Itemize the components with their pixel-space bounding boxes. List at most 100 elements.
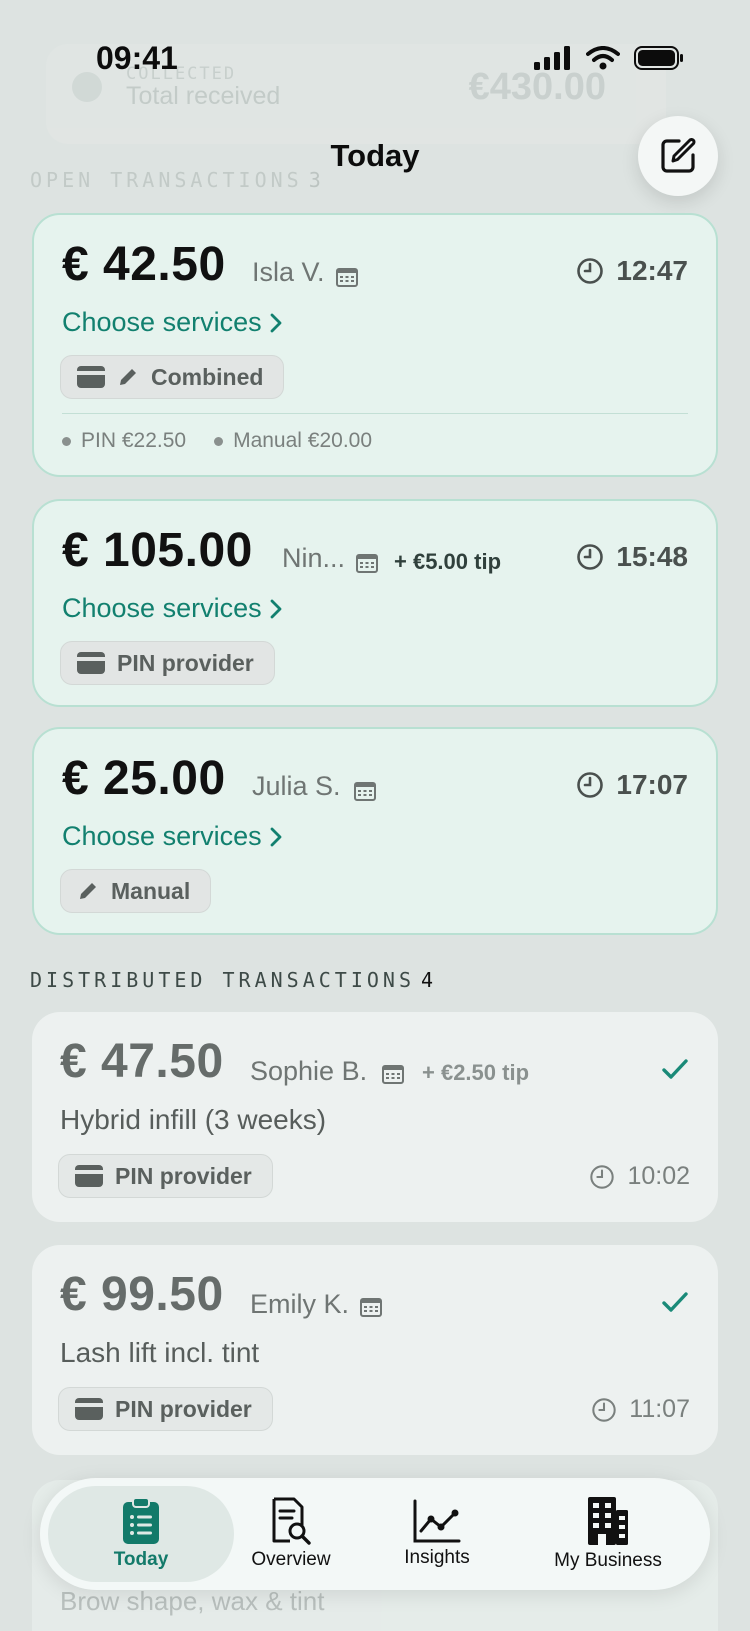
document-search-icon — [272, 1497, 311, 1545]
open-transaction-card[interactable]: € 42.50 Isla V. 12:47 Choose services Co… — [32, 213, 718, 477]
payment-method-badge: PIN provider — [58, 1154, 273, 1198]
payment-method-label: Manual — [111, 877, 191, 904]
clock-icon — [590, 1164, 615, 1189]
transaction-amount: € 42.50 — [62, 238, 226, 291]
status-bar: 09:41 — [0, 0, 750, 110]
payment-method-label: PIN provider — [115, 1395, 252, 1422]
new-transaction-button[interactable] — [638, 116, 718, 196]
distributed-transactions-label: DISTRIBUTED TRANSACTIONS 4 — [30, 968, 437, 992]
compose-icon — [661, 138, 696, 173]
transaction-time: 12:47 — [576, 255, 688, 287]
battery-icon — [634, 46, 683, 70]
cellular-signal-icon — [534, 46, 570, 70]
card-icon — [77, 366, 105, 388]
card-icon — [75, 1165, 103, 1187]
choose-services-label: Choose services — [62, 821, 262, 851]
choose-services-label: Choose services — [62, 593, 262, 623]
transaction-amount: € 25.00 — [62, 752, 226, 805]
appointment-icon — [382, 1065, 404, 1084]
transaction-amount: € 105.00 — [62, 524, 253, 577]
appointment-icon — [354, 782, 376, 801]
status-time: 09:41 — [96, 40, 178, 76]
nav-label: Today — [113, 1549, 169, 1570]
transaction-time: 11:07 — [591, 1395, 690, 1424]
transaction-amount: € 99.50 — [60, 1268, 224, 1321]
choose-services-link[interactable]: Choose services — [62, 593, 282, 624]
open-transaction-card[interactable]: € 105.00 Nin... + €5.00 tip 15:48 Choose… — [32, 499, 718, 707]
appointment-icon — [336, 268, 358, 287]
payment-method-label: PIN provider — [117, 649, 254, 676]
split-item: PIN €22.50 — [62, 429, 186, 453]
pencil-icon — [80, 883, 96, 899]
chevron-right-icon — [270, 599, 281, 618]
checkmark-icon — [662, 1292, 688, 1312]
time-text: 10:02 — [627, 1162, 690, 1190]
service-name: Hybrid infill (3 weeks) — [60, 1104, 327, 1135]
appointment-icon — [356, 554, 378, 573]
payment-method-label: PIN provider — [115, 1162, 252, 1189]
service-name: Brow shape, wax & tint — [60, 1586, 325, 1616]
building-icon — [588, 1497, 628, 1545]
payment-method-badge: PIN provider — [58, 1387, 273, 1431]
clock-icon — [577, 772, 604, 798]
payment-method-badge: Manual — [60, 869, 212, 913]
chevron-right-icon — [270, 827, 281, 846]
nav-label: Overview — [251, 1549, 331, 1570]
bottom-navigation: Today Overview Insights My Business — [40, 1478, 710, 1590]
card-icon — [77, 652, 105, 674]
choose-services-link[interactable]: Choose services — [62, 821, 282, 852]
split-pin: PIN €22.50 — [81, 429, 187, 452]
distributed-transaction-card[interactable]: € 47.50 Sophie B. + €2.50 tip Hybrid inf… — [32, 1012, 718, 1222]
time-text: 12:47 — [616, 255, 688, 286]
time-text: 11:07 — [629, 1395, 690, 1423]
pencil-icon — [120, 369, 136, 385]
transaction-time: 10:02 — [589, 1162, 690, 1191]
open-transactions-label: OPEN TRANSACTIONS 3 — [30, 168, 325, 192]
clock-icon — [577, 544, 604, 570]
choose-services-label: Choose services — [62, 307, 262, 337]
choose-services-link[interactable]: Choose services — [62, 307, 282, 338]
distributed-transactions-title: DISTRIBUTED TRANSACTIONS — [30, 968, 415, 992]
nav-item-my-business[interactable]: My Business — [528, 1478, 688, 1590]
status-icons — [534, 46, 684, 70]
nav-item-today[interactable]: Today — [48, 1486, 234, 1582]
tip-amount: + €5.00 tip — [394, 549, 502, 574]
nav-label: My Business — [554, 1550, 662, 1571]
payment-method-badge: Combined — [60, 355, 285, 399]
appointment-icon — [360, 1298, 382, 1317]
clock-icon — [592, 1397, 616, 1422]
time-text: 17:07 — [616, 769, 688, 800]
client-name: Julia S. — [252, 771, 341, 801]
open-transactions-title: OPEN TRANSACTIONS — [30, 168, 303, 192]
line-chart-icon — [413, 1499, 461, 1543]
split-manual: Manual €20.00 — [233, 429, 373, 452]
chevron-right-icon — [270, 313, 281, 332]
clipboard-list-icon — [123, 1497, 159, 1544]
split-item: Manual €20.00 — [214, 429, 372, 453]
distributed-transactions-count: 4 — [420, 968, 438, 992]
clock-icon — [577, 258, 604, 284]
client-name: Emily K. — [250, 1289, 350, 1319]
service-name: Lash lift incl. tint — [60, 1337, 260, 1368]
distributed-transaction-card[interactable]: € 99.50 Emily K. Lash lift incl. tint PI… — [32, 1245, 718, 1455]
client-name: Sophie B. — [250, 1056, 368, 1086]
client-name: Nin... — [282, 543, 346, 573]
tip-amount: + €2.50 tip — [422, 1060, 530, 1085]
open-transactions-count: 3 — [308, 168, 325, 192]
wifi-icon — [586, 46, 620, 70]
card-divider — [62, 413, 688, 414]
payment-method-badge: PIN provider — [60, 641, 275, 685]
client-name: Isla V. — [252, 257, 325, 287]
payment-method-label: Combined — [151, 363, 264, 390]
time-text: 15:48 — [616, 541, 688, 572]
nav-item-overview[interactable]: Overview — [236, 1478, 346, 1590]
open-transaction-card[interactable]: € 25.00 Julia S. 17:07 Choose services M… — [32, 727, 718, 935]
transaction-time: 15:48 — [576, 541, 688, 573]
card-icon — [75, 1398, 103, 1420]
transaction-time: 17:07 — [576, 769, 688, 801]
nav-item-insights[interactable]: Insights — [382, 1478, 492, 1590]
transaction-amount: € 47.50 — [60, 1035, 224, 1088]
payment-split: PIN €22.50 Manual €20.00 — [62, 429, 372, 453]
nav-label: Insights — [404, 1547, 470, 1568]
checkmark-icon — [662, 1059, 688, 1079]
